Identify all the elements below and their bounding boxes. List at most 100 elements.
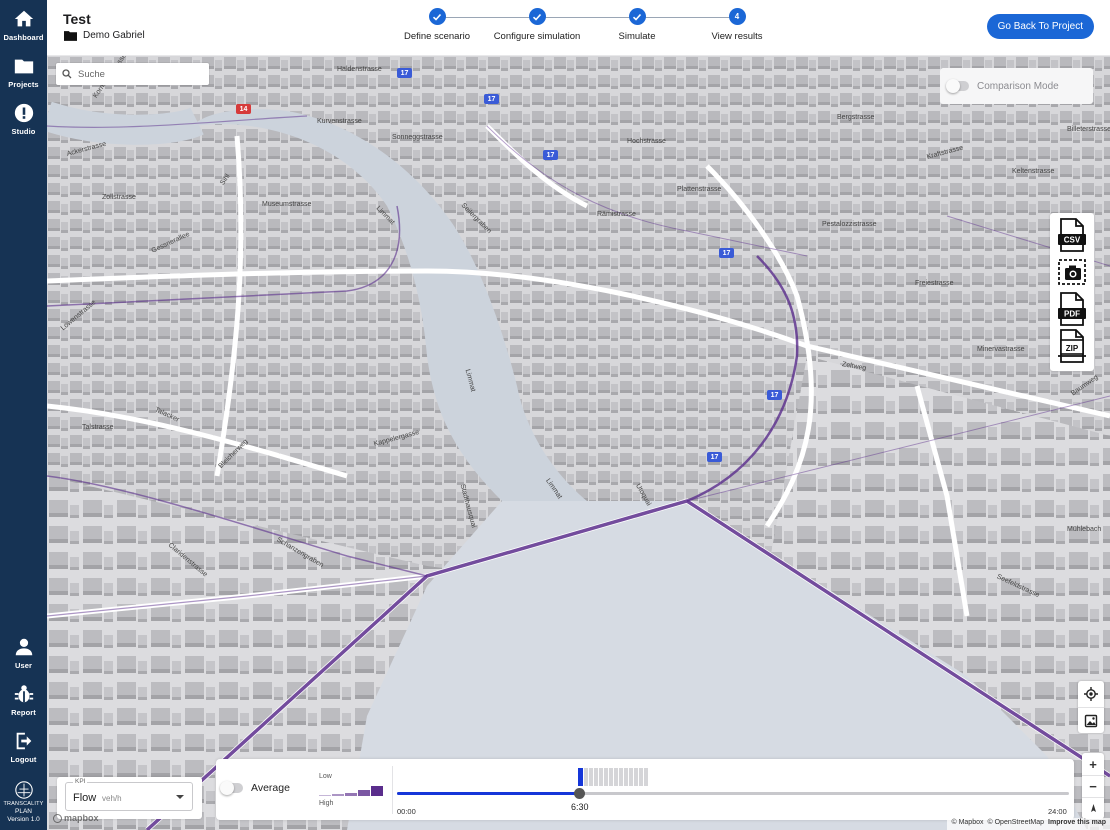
legend-low-label: Low: [319, 773, 332, 780]
street-label: Bergstrasse: [837, 114, 875, 121]
step-label: Configure simulation: [493, 31, 581, 42]
sidebar-item-label: Studio: [11, 127, 36, 136]
csv-file-icon: CSV: [1058, 217, 1086, 252]
timeline-panel: Average Low High 6:30 00:00 24:00: [216, 759, 1074, 820]
step-simulate[interactable]: Simulate: [587, 8, 687, 42]
legend-step: [345, 793, 357, 796]
step-complete-dot: [428, 8, 446, 25]
route-badge: 17: [767, 390, 782, 400]
street-label: Zollstrasse: [102, 194, 136, 201]
step-configure-simulation[interactable]: Configure simulation: [487, 8, 587, 42]
sidebar-item-report[interactable]: Report: [0, 683, 47, 717]
street-label: Kurvenstrasse: [317, 118, 362, 125]
brand-version: Version 1.0: [7, 816, 40, 823]
improve-map-link[interactable]: Improve this map: [1048, 819, 1106, 829]
map-view[interactable]: KornhausstrasseAckerstrasseZollstrasseMu…: [47, 56, 1110, 830]
geolocate-button[interactable]: [1078, 681, 1104, 707]
street-label: Mühlebach: [1067, 526, 1102, 533]
comparison-mode-label: Comparison Mode: [977, 80, 1059, 92]
histogram-bar: [619, 768, 623, 786]
timeline-divider: [392, 766, 393, 814]
export-toolbar: CSV PDF ZIP: [1050, 213, 1094, 371]
time-slider-handle[interactable]: [573, 788, 585, 799]
histogram-bar: [599, 768, 603, 786]
screenshot-button[interactable]: [1054, 253, 1090, 290]
histogram-bar: [589, 768, 593, 786]
comparison-mode-toggle[interactable]: [946, 79, 969, 93]
map-attribution: © Mapbox © OpenStreetMap Improve this ma…: [947, 818, 1110, 830]
flow-legend: Low High: [319, 773, 389, 813]
image-icon: [1084, 714, 1098, 727]
histogram-bar: [578, 768, 583, 786]
map-tool-controls: [1078, 681, 1104, 733]
histogram-bar: [644, 768, 648, 786]
street-label: Museumstrasse: [262, 201, 312, 208]
legend-step: [371, 786, 383, 796]
kpi-select[interactable]: KPI Flow veh/h: [65, 778, 193, 811]
logout-icon: [16, 732, 31, 750]
average-toggle[interactable]: [220, 781, 243, 795]
reset-bearing-button[interactable]: [1082, 797, 1104, 819]
map-canvas[interactable]: [47, 56, 1110, 830]
sidebar-item-dashboard[interactable]: Dashboard: [0, 8, 47, 42]
sidebar-item-label: Logout: [10, 755, 37, 764]
sidebar-item-studio[interactable]: Studio: [0, 102, 47, 136]
street-label: Billeterstrasse: [1067, 126, 1110, 133]
legend-step: [332, 794, 344, 796]
sidebar-item-label: Report: [11, 708, 36, 717]
brand-name: TRANSCALITY: [3, 801, 44, 807]
kpi-unit: veh/h: [102, 794, 122, 803]
attribution-mapbox-link[interactable]: © Mapbox: [951, 819, 983, 829]
time-slider[interactable]: [397, 788, 1069, 799]
go-back-to-project-button[interactable]: Go Back To Project: [986, 14, 1094, 39]
current-time-label: 6:30: [570, 802, 589, 812]
sidebar-item-projects[interactable]: Projects: [0, 55, 47, 89]
sidebar-item-logout[interactable]: Logout: [0, 730, 47, 764]
step-define-scenario[interactable]: Define scenario: [387, 8, 487, 42]
export-csv-button[interactable]: CSV: [1054, 216, 1090, 253]
search-input[interactable]: [78, 68, 198, 80]
legend-step: [358, 790, 370, 796]
histogram-bar: [624, 768, 628, 786]
map-style-button[interactable]: [1078, 707, 1104, 733]
street-label: Keltenstrasse: [1012, 168, 1055, 175]
svg-text:CSV: CSV: [1064, 235, 1081, 244]
time-histogram: [578, 768, 648, 786]
histogram-bar: [614, 768, 618, 786]
brand-product: PLAN: [15, 808, 32, 815]
svg-text:ZIP: ZIP: [1066, 344, 1079, 353]
end-time-label: 24:00: [1048, 807, 1067, 816]
sidebar: Dashboard Projects Studio User Report Lo…: [0, 0, 47, 830]
step-complete-dot: [628, 8, 646, 25]
legend-step: [319, 795, 331, 796]
start-time-label: 00:00: [397, 807, 416, 816]
route-badge: 17: [719, 248, 734, 258]
histogram-bar: [634, 768, 638, 786]
comparison-mode-control: Comparison Mode: [940, 68, 1093, 104]
route-badge: 14: [236, 104, 251, 114]
crosshair-icon: [1084, 687, 1098, 701]
mapbox-logo-icon: [53, 813, 62, 823]
histogram-bar: [629, 768, 633, 786]
histogram-bar: [594, 768, 598, 786]
street-label: Minervastrasse: [977, 346, 1025, 353]
average-control: Average: [220, 781, 290, 795]
chevron-down-icon: [176, 795, 184, 799]
app-root: Dashboard Projects Studio User Report Lo…: [0, 0, 1110, 830]
street-label: Hochstrasse: [627, 138, 666, 145]
time-slider-fill: [397, 792, 579, 795]
check-icon: [432, 13, 442, 21]
search-icon: [62, 69, 72, 79]
export-pdf-button[interactable]: PDF: [1054, 290, 1090, 327]
zoom-out-button[interactable]: −: [1082, 775, 1104, 797]
kpi-caption: KPI: [73, 778, 88, 785]
zip-file-icon: ZIP: [1058, 328, 1086, 363]
zoom-in-button[interactable]: +: [1082, 753, 1104, 775]
export-zip-button[interactable]: ZIP: [1054, 327, 1090, 364]
attribution-osm-link[interactable]: © OpenStreetMap: [988, 819, 1045, 829]
sidebar-item-user[interactable]: User: [0, 636, 47, 670]
step-view-results[interactable]: 4 View results: [687, 8, 787, 42]
search-box[interactable]: [56, 63, 209, 85]
histogram-bar: [609, 768, 613, 786]
header: Test Demo Gabriel Define scenario Config…: [47, 0, 1110, 56]
